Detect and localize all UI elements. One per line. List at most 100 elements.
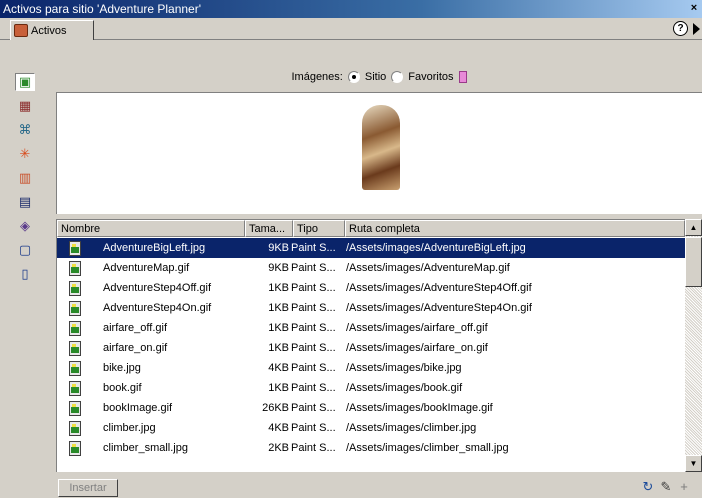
cell-path: /Assets/images/book.gif	[346, 382, 463, 394]
scripts-icon: ◈	[20, 218, 30, 233]
image-file-icon	[69, 301, 81, 316]
cell-path: /Assets/images/AdventureStep4On.gif	[346, 302, 532, 314]
filter-radio-favoritos[interactable]	[391, 71, 404, 83]
flash-icon: ✳	[19, 146, 31, 161]
edit-icon[interactable]: ✎	[658, 479, 674, 495]
panel-menu-arrow-icon[interactable]	[693, 23, 700, 35]
asset-category-toolbar: ▣ ▦ ⌘ ✳ ▥ ▤ ◈ ▢ ▯	[12, 62, 44, 302]
cell-path: /Assets/images/AdventureMap.gif	[346, 262, 510, 274]
column-header-tipo[interactable]: Tipo	[293, 220, 345, 237]
cell-path: /Assets/images/bike.jpg	[346, 362, 462, 374]
cell-type: Paint S...	[291, 422, 336, 434]
cell-path: /Assets/images/climber.jpg	[346, 422, 477, 434]
cell-name: AdventureBigLeft.jpg	[103, 242, 206, 254]
templates-category-button[interactable]: ▢	[15, 241, 35, 259]
table-row[interactable]: book.gif 1KB Paint S... /Assets/images/book…	[57, 378, 685, 398]
cell-type: Paint S...	[291, 322, 336, 334]
help-icon[interactable]: ?	[673, 21, 688, 36]
cell-size: 9KB	[268, 262, 289, 274]
image-file-icon	[69, 421, 81, 436]
colors-icon: ▦	[18, 98, 32, 113]
asset-list: Nombre Tama... Tipo Ruta completa Advent…	[56, 219, 702, 472]
library-icon: ▯	[21, 266, 29, 281]
cell-path: /Assets/images/AdventureStep4Off.gif	[346, 282, 532, 294]
cell-name: AdventureStep4On.gif	[103, 302, 212, 314]
cell-name: bookImage.gif	[103, 402, 173, 414]
scroll-thumb[interactable]	[685, 237, 702, 287]
cell-type: Paint S...	[291, 362, 336, 374]
column-header-ruta[interactable]: Ruta completa	[345, 220, 685, 237]
flash-category-button[interactable]: ✳	[15, 145, 35, 163]
table-row[interactable]: airfare_off.gif 1KB Paint S... /Assets/imag…	[57, 318, 685, 338]
cell-name: airfare_off.gif	[103, 322, 168, 334]
window-title: Activos para sitio 'Adventure Planner'	[3, 2, 202, 16]
refresh-icon[interactable]: ↻	[640, 479, 656, 495]
favorites-icon	[458, 71, 467, 83]
movies-category-button[interactable]: ▤	[15, 193, 35, 211]
tab-activos[interactable]: Activos	[10, 20, 94, 40]
add-to-favorites-icon[interactable]: +	[676, 479, 692, 495]
column-header-nombre[interactable]: Nombre	[57, 220, 245, 237]
table-row[interactable]: bookImage.gif 26KB Paint S... /Assets/image…	[57, 398, 685, 418]
shockwave-category-button[interactable]: ▥	[15, 169, 35, 187]
table-row[interactable]: climber.jpg 4KB Paint S... /Assets/images/c…	[57, 418, 685, 438]
cell-name: climber_small.jpg	[103, 442, 188, 454]
urls-icon: ⌘	[18, 122, 32, 137]
table-row[interactable]: AdventureMap.gif 9KB Paint S... /Assets/ima…	[57, 258, 685, 278]
scripts-category-button[interactable]: ◈	[15, 217, 35, 235]
cell-path: /Assets/images/airfare_on.gif	[346, 342, 488, 354]
cell-type: Paint S...	[291, 442, 336, 454]
cell-name: AdventureMap.gif	[103, 262, 190, 274]
colors-category-button[interactable]: ▦	[15, 97, 35, 115]
cell-size: 1KB	[268, 382, 289, 394]
image-file-icon	[69, 321, 81, 336]
cell-type: Paint S...	[291, 342, 336, 354]
filter-radio-sitio[interactable]	[347, 71, 360, 83]
images-icon: ▣	[18, 74, 32, 89]
image-file-icon	[69, 241, 81, 256]
cell-size: 2KB	[268, 442, 289, 454]
cell-type: Paint S...	[291, 382, 336, 394]
image-file-icon	[69, 281, 81, 296]
cell-type: Paint S...	[291, 282, 336, 294]
table-row[interactable]: AdventureStep4Off.gif 1KB Paint S... /Asset…	[57, 278, 685, 298]
insert-button[interactable]: Insertar	[58, 479, 118, 497]
table-row[interactable]: AdventureBigLeft.jpg 9KB Paint S... /Assets…	[57, 238, 685, 258]
image-file-icon	[69, 261, 81, 276]
close-icon[interactable]: ×	[688, 2, 700, 15]
asset-filter: Imágenes: Sitio Favoritos	[56, 64, 702, 90]
cell-path: /Assets/images/airfare_off.gif	[346, 322, 488, 334]
image-file-icon	[69, 341, 81, 356]
cell-size: 9KB	[268, 242, 289, 254]
cell-type: Paint S...	[291, 262, 336, 274]
cell-size: 1KB	[268, 322, 289, 334]
cell-type: Paint S...	[291, 302, 336, 314]
asset-footer: Insertar ↻ ✎ +	[56, 477, 702, 498]
cell-path: /Assets/images/climber_small.jpg	[346, 442, 509, 454]
cell-name: bike.jpg	[103, 362, 141, 374]
cell-type: Paint S...	[291, 242, 336, 254]
table-row[interactable]: climber_small.jpg 2KB Paint S... /Assets/im…	[57, 438, 685, 458]
images-category-button[interactable]: ▣	[15, 73, 35, 91]
table-row[interactable]: AdventureStep4On.gif 1KB Paint S... /Assets…	[57, 298, 685, 318]
column-header-tamano[interactable]: Tama...	[245, 220, 293, 237]
filter-option-favoritos[interactable]: Favoritos	[408, 71, 453, 83]
asset-preview-pane	[56, 92, 702, 214]
scroll-down-icon[interactable]: ▼	[685, 455, 702, 472]
scroll-up-icon[interactable]: ▲	[685, 219, 702, 236]
image-file-icon	[69, 401, 81, 416]
shockwave-icon: ▥	[18, 170, 32, 185]
cell-size: 1KB	[268, 342, 289, 354]
window-titlebar: Activos para sitio 'Adventure Planner' ×	[0, 0, 702, 18]
urls-category-button[interactable]: ⌘	[15, 121, 35, 139]
preview-image	[362, 105, 400, 190]
table-row[interactable]: airfare_on.gif 1KB Paint S... /Assets/image…	[57, 338, 685, 358]
table-row[interactable]: bike.jpg 4KB Paint S... /Assets/images/bike…	[57, 358, 685, 378]
cell-name: AdventureStep4Off.gif	[103, 282, 212, 294]
library-category-button[interactable]: ▯	[15, 265, 35, 283]
cell-path: /Assets/images/AdventureBigLeft.jpg	[346, 242, 526, 254]
assets-icon	[14, 24, 28, 37]
filter-option-sitio[interactable]: Sitio	[365, 71, 386, 83]
image-file-icon	[69, 441, 81, 456]
vertical-scrollbar[interactable]: ▲ ▼	[685, 219, 702, 472]
